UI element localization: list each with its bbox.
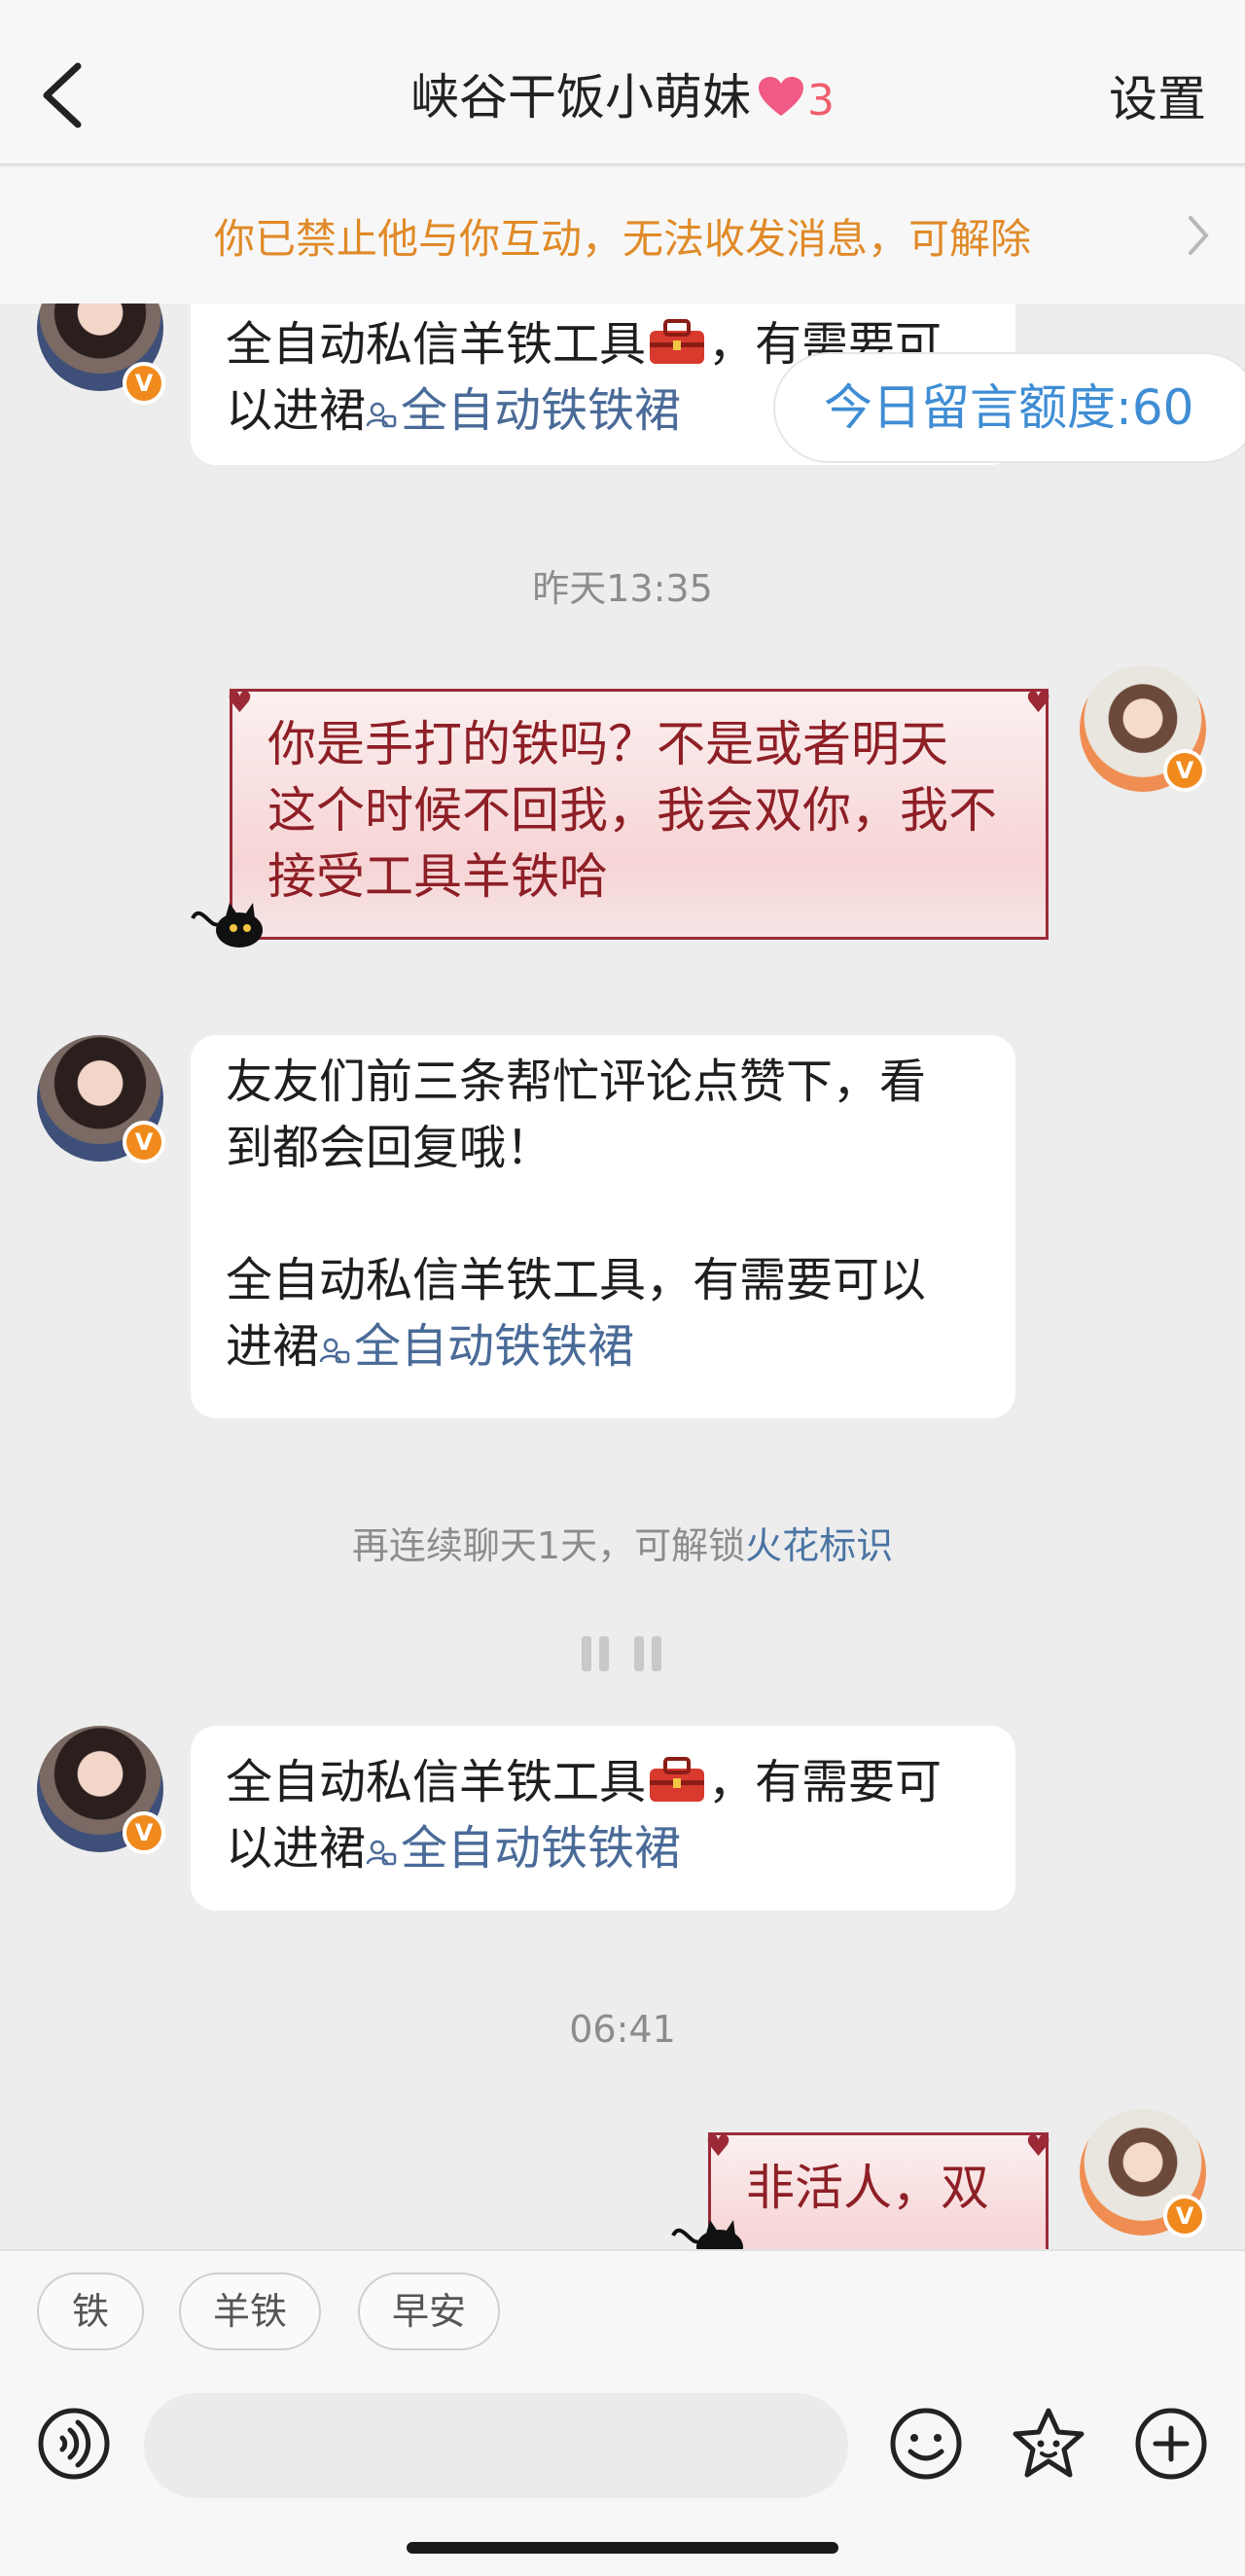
- message-text: 全自动私信羊铁工具: [226, 317, 647, 372]
- toolbox-icon: [650, 319, 705, 364]
- group-link[interactable]: 全自动铁铁裙: [366, 1821, 681, 1876]
- message-text: 以进裙: [226, 1821, 367, 1876]
- chevron-right-icon: [1189, 216, 1209, 255]
- heart-decoration-icon: ♥: [1025, 686, 1051, 720]
- message-bubble[interactable]: 全自动私信羊铁工具 ，有需要可 以进裙 全自动铁铁裙: [191, 1726, 1015, 1911]
- verified-badge-icon: V: [123, 1811, 165, 1854]
- quick-reply-button[interactable]: 早安: [358, 2272, 500, 2350]
- timestamp: 06:41: [569, 2008, 676, 2051]
- message-text: 以进裙: [226, 383, 367, 438]
- plus-icon: [1135, 2408, 1207, 2480]
- heart-decoration-icon: ♥: [1025, 2129, 1051, 2164]
- more-button[interactable]: [1132, 2405, 1210, 2483]
- message-text: 友友们前三条帮忙评论点赞下，看: [226, 1055, 927, 1109]
- voice-button[interactable]: [35, 2405, 113, 2483]
- verified-badge-icon: V: [1163, 2195, 1206, 2237]
- cat-decoration-icon: [671, 2220, 743, 2249]
- chat-scroll-area[interactable]: V 全自动私信羊铁工具 ，有需要可 以进裙 全自动铁铁裙 今日留言额度:60 昨天1…: [0, 304, 1245, 2249]
- message-bubble[interactable]: ♥ ♥ 你是手打的铁吗？不是或者明天 这个时候不回我，我会双你，我不 接受工具羊…: [227, 686, 1051, 940]
- group-link[interactable]: 全自动铁铁裙: [366, 383, 681, 438]
- emoji-button[interactable]: [887, 2405, 965, 2483]
- spark-link[interactable]: 火花标识: [745, 1524, 893, 1567]
- voice-icon: [38, 2408, 110, 2480]
- message-bubble[interactable]: 友友们前三条帮忙评论点赞下，看 到都会回复哦！ 全自动私信羊铁工具，有需要可以 …: [191, 1035, 1015, 1418]
- group-link[interactable]: 全自动铁铁裙: [319, 1319, 634, 1374]
- message-quota-badge: 今日留言额度:60: [773, 352, 1245, 463]
- message-text: 非活人，双: [746, 2160, 989, 2216]
- settings-button[interactable]: 设置: [1109, 60, 1206, 130]
- group-icon: [366, 1840, 397, 1866]
- spark-notice: 再连续聊天1天，可解锁火花标识: [0, 1516, 1245, 1569]
- message-bubble[interactable]: ♥ ♥ 非活人，双: [705, 2129, 1051, 2249]
- timestamp: 昨天13:35: [532, 567, 713, 610]
- home-indicator[interactable]: [407, 2542, 838, 2554]
- spark-notice-text: 再连续聊天1天，可解锁: [351, 1524, 746, 1567]
- message-text: ，有需要可: [708, 1755, 943, 1809]
- verified-badge-icon: V: [123, 362, 165, 405]
- blocked-banner[interactable]: 你已禁止他与你互动，无法收发消息，可解除: [0, 167, 1245, 304]
- sticker-icon: [1013, 2408, 1085, 2478]
- sticker-button[interactable]: [1010, 2405, 1087, 2483]
- chat-header: 峡谷干饭小萌妹 3 设置: [0, 0, 1245, 165]
- quick-reply-button[interactable]: 羊铁: [179, 2272, 321, 2350]
- message-text: 进裙: [226, 1319, 320, 1374]
- message-text: 全自动私信羊铁工具，有需要可以: [226, 1253, 927, 1307]
- message-input[interactable]: [144, 2393, 848, 2498]
- chat-title: 峡谷干饭小萌妹 3: [0, 58, 1245, 129]
- group-icon: [366, 402, 397, 428]
- verified-badge-icon: V: [123, 1121, 165, 1163]
- message-text: 你是手打的铁吗？不是或者明天: [267, 716, 948, 772]
- group-icon: [319, 1338, 350, 1364]
- message-text: 全自动私信羊铁工具: [226, 1755, 647, 1809]
- emoji-icon: [890, 2408, 962, 2480]
- message-text: 到都会回复哦！: [226, 1121, 553, 1175]
- quick-reply-button[interactable]: 铁: [37, 2272, 144, 2350]
- message-text: 接受工具羊铁哈: [267, 848, 608, 905]
- pause-icon: [582, 1636, 661, 1671]
- message-text: 这个时候不回我，我会双你，我不: [267, 782, 997, 839]
- verified-badge-icon: V: [1163, 749, 1206, 792]
- heart-decoration-icon: ♥: [227, 686, 253, 720]
- quick-reply-bar: 铁 羊铁 早安: [0, 2249, 1245, 2385]
- toolbox-icon: [650, 1757, 705, 1802]
- blocked-banner-text: 你已禁止他与你互动，无法收发消息，可解除: [213, 215, 1031, 263]
- heart-icon: [759, 73, 803, 129]
- cat-decoration-icon: [191, 903, 263, 948]
- heart-decoration-icon: ♥: [705, 2129, 731, 2164]
- heart-count: 3: [807, 76, 835, 125]
- chat-title-text: 峡谷干饭小萌妹: [410, 69, 751, 125]
